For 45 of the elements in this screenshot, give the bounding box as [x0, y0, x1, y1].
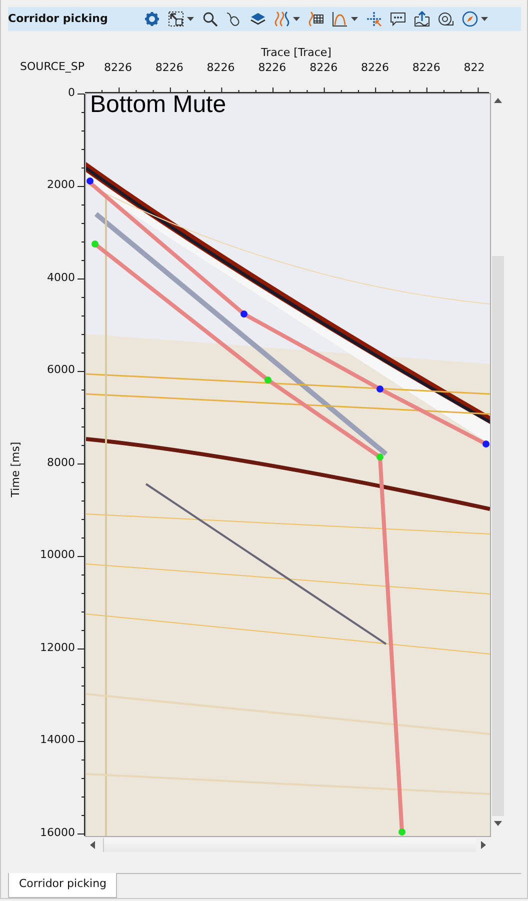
tab[interactable]: Corridor picking: [8, 872, 117, 898]
compass-icon: [462, 10, 478, 27]
caret-icon[interactable]: [351, 16, 358, 21]
axis-tick-label: 4000: [47, 270, 75, 284]
axis-tick-label: 10000: [40, 548, 75, 562]
crosshair-icon: [366, 10, 382, 27]
axis-tick-label: 8226: [258, 60, 286, 74]
axis-tick-label: 8226: [361, 60, 389, 74]
caret-icon[interactable]: [481, 16, 488, 21]
axis-tick-label: 6000: [47, 363, 75, 376]
comment-icon: [390, 10, 406, 27]
scroll-right-icon[interactable]: [481, 840, 486, 849]
panel-title: Corridor picking: [8, 12, 109, 26]
scroll-up-icon[interactable]: [494, 98, 502, 103]
gear-icon: [144, 10, 160, 27]
axis-label: SOURCE_SP: [20, 60, 85, 73]
mouse-icon: [226, 10, 242, 27]
axis-tick-label: 0: [68, 86, 75, 99]
axis-tick-label: 8000: [47, 456, 75, 469]
scroll-down-icon[interactable]: [494, 820, 502, 826]
axis-title: Trace [Trace]: [261, 46, 332, 59]
tape-measure-icon: [438, 10, 454, 27]
plot-title: Bottom Mute: [90, 94, 226, 119]
axis-tick-label: 16000: [40, 826, 75, 839]
axis-tick-label: 14000: [40, 733, 75, 746]
axis-tick-label: 822: [464, 60, 485, 74]
axis-tick-label: 8226: [412, 60, 440, 74]
export-icon: [414, 10, 430, 27]
pick-line[interactable]: [86, 177, 490, 448]
wiggle-table-icon: [308, 10, 324, 27]
selection-icon: [168, 10, 184, 27]
layers-icon: [250, 10, 266, 27]
scroll-left-icon[interactable]: [90, 840, 95, 849]
axis-tick-label: 8226: [206, 60, 235, 74]
axis-title: Time [ms]: [9, 441, 22, 497]
wiggle-icon: [274, 10, 290, 27]
caret-icon[interactable]: [187, 16, 194, 21]
axis-tick-label: 8226: [155, 60, 184, 74]
search-icon: [202, 10, 218, 27]
axis-tick-label: 8226: [104, 60, 132, 74]
axis-tick-label: 8226: [310, 60, 338, 74]
axis-tick-label: 12000: [40, 640, 75, 654]
axis-tick-label: 2000: [47, 178, 75, 192]
curve-chart-icon: [332, 10, 348, 27]
caret-icon[interactable]: [293, 16, 300, 21]
